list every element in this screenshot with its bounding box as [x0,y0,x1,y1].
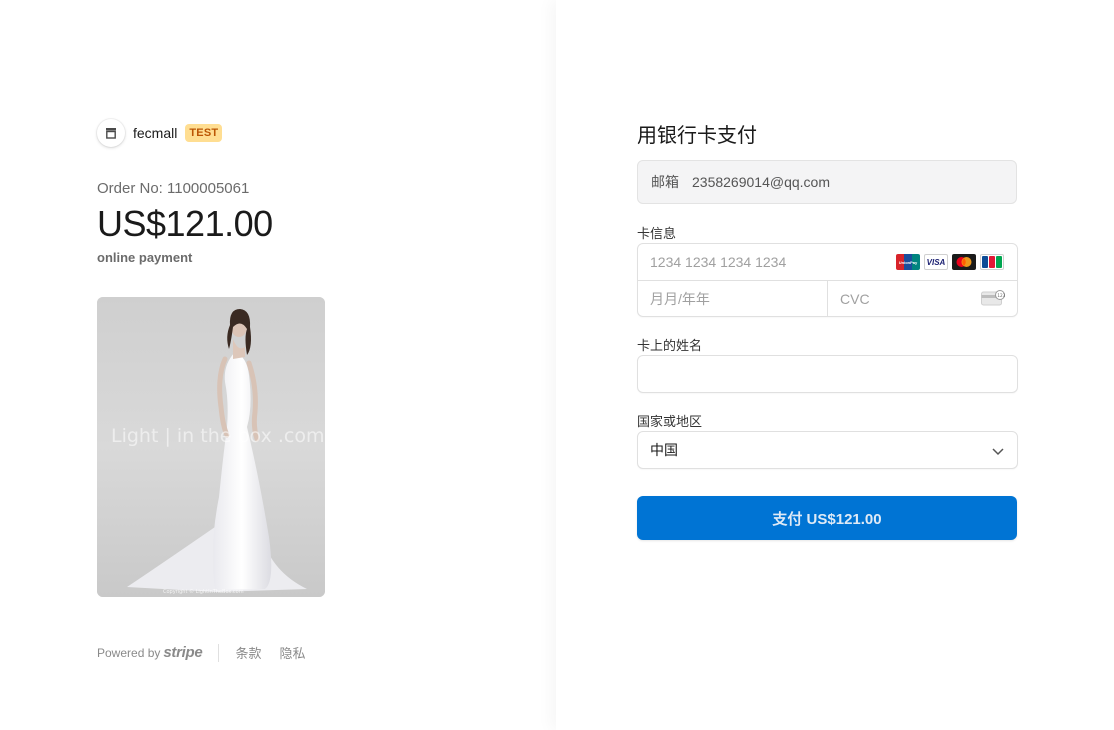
cardholder-name-input[interactable] [637,355,1018,393]
card-expiry-input[interactable]: 月月/年年 [638,281,828,317]
footer: Powered by stripe 条款 隐私 [97,643,323,662]
card-expiry-placeholder: 月月/年年 [650,291,710,307]
country-select[interactable]: 中国 [637,431,1018,469]
footer-divider [218,643,220,662]
card-number-input[interactable]: 1234 1234 1234 1234 UnionPay VISA [638,244,1017,281]
chevron-down-icon [992,448,1004,456]
unionpay-icon: UnionPay [896,254,920,270]
form-title: 用银行卡支付 [637,125,757,147]
cvc-card-icon: 123 [981,290,1005,306]
privacy-link[interactable]: 隐私 [279,643,305,662]
test-mode-badge: TEST [185,124,223,142]
card-info-label: 卡信息 [637,226,677,241]
card-number-placeholder: 1234 1234 1234 1234 [650,254,787,270]
order-summary-pane: fecmall TEST Order No: 1100005061 US$121… [0,0,556,730]
terms-link[interactable]: 条款 [235,643,261,662]
jcb-icon [980,254,1004,270]
product-image: Light | in the box .com Copyright © Ligh… [97,297,325,597]
order-description: online payment [97,250,193,265]
watermark-text: Light | in the box .com [111,425,324,447]
svg-text:123: 123 [997,293,1005,298]
mastercard-icon [952,254,976,270]
order-number: Order No: 1100005061 [97,180,250,197]
powered-by-label: Powered by [97,645,161,660]
country-value: 中国 [650,442,678,458]
store-icon [97,119,125,147]
card-brands: UnionPay VISA [896,254,1004,270]
card-cvc-input[interactable]: CVC 123 [828,281,1018,317]
cardholder-name-label: 卡上的姓名 [637,338,703,353]
email-value: 2358269014@qq.com [692,174,830,190]
country-label: 国家或地区 [637,414,703,429]
card-info-group: 1234 1234 1234 1234 UnionPay VISA 月月/年年 … [637,243,1018,317]
powered-by-stripe[interactable]: Powered by stripe [97,644,203,661]
visa-icon: VISA [924,254,948,270]
pay-button[interactable]: 支付 US$121.00 [637,496,1017,540]
copyright-text: Copyright © LightInTheBox.com [163,588,244,595]
email-field[interactable]: 邮箱 2358269014@qq.com [637,160,1017,204]
order-amount: US$121.00 [97,203,273,244]
merchant-name: fecmall [133,125,178,141]
merchant-header[interactable]: fecmall TEST [97,119,223,147]
stripe-logo: stripe [163,644,203,661]
card-cvc-placeholder: CVC [840,291,870,307]
email-label: 邮箱 [651,174,679,190]
